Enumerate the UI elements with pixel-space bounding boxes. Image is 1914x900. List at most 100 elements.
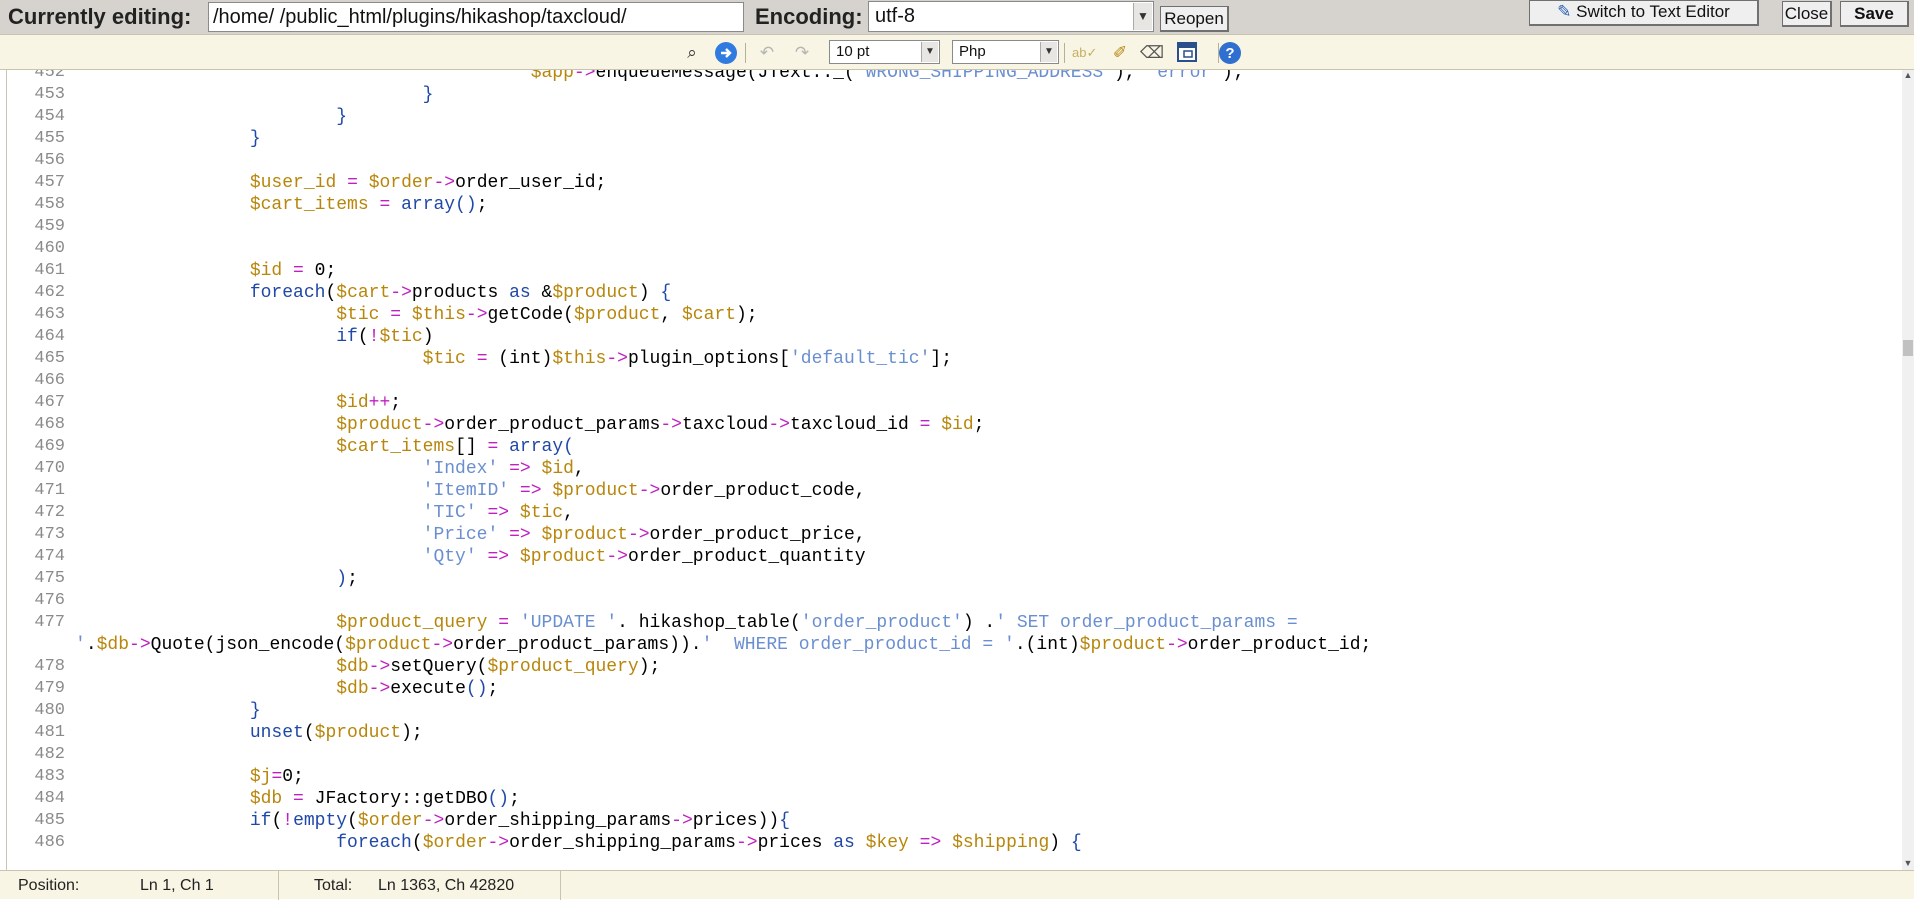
code-line: } <box>336 107 348 127</box>
status-separator <box>278 871 279 900</box>
line-number: 460 <box>34 239 65 258</box>
line-number: 483 <box>34 767 65 786</box>
code-line: $db->execute(); <box>336 679 499 699</box>
close-button[interactable]: Close <box>1782 1 1832 27</box>
code-line: '.$db->Quote(json_encode($product->order… <box>75 635 1372 655</box>
binoculars-icon[interactable]: ⌕ <box>680 41 704 65</box>
code-line: $id++; <box>336 393 402 413</box>
line-number: 453 <box>34 85 65 104</box>
total-label: Total: <box>314 877 353 894</box>
line-number: 474 <box>34 547 65 566</box>
code-editor[interactable]: 452 453 454 455 456 457 458 459 460 461 … <box>6 70 1903 870</box>
scroll-down-icon[interactable]: ▼ <box>1902 858 1914 870</box>
chevron-down-icon: ▼ <box>921 42 938 62</box>
undo-icon[interactable]: ↶ <box>755 41 779 65</box>
goto-icon[interactable] <box>714 41 738 65</box>
code-line: foreach($order->order_shipping_params->p… <box>336 833 1082 853</box>
encoding-select[interactable]: utf-8 ▼ <box>868 1 1154 32</box>
line-number: 480 <box>34 701 65 720</box>
fullscreen-icon[interactable] <box>1175 41 1199 65</box>
code-line: $db = JFactory::getDBO(); <box>249 789 520 809</box>
code-line: foreach($cart->products as &$product) { <box>249 283 672 303</box>
vertical-scrollbar[interactable]: ▲ ▼ <box>1902 70 1914 870</box>
scroll-up-icon[interactable]: ▲ <box>1902 70 1914 82</box>
line-number: 472 <box>34 503 65 522</box>
code-line: 'Qty' => $product->order_product_quantit… <box>422 547 866 567</box>
code-line: } <box>249 701 261 721</box>
status-separator <box>560 871 561 900</box>
line-number: 455 <box>34 129 65 148</box>
code-line: $cart_items[] = array( <box>336 437 574 457</box>
editing-label: Currently editing: <box>8 4 192 29</box>
code-line: } <box>422 85 434 105</box>
line-number: 478 <box>34 657 65 676</box>
code-line: 'Index' => $id, <box>422 459 585 479</box>
line-number-gutter: 452 453 454 455 456 457 458 459 460 461 … <box>7 70 65 870</box>
path-field[interactable]: /home/ /public_html/plugins/hikashop/tax… <box>208 2 744 32</box>
status-bar: Position: Ln 1, Ch 1 Total: Ln 1363, Ch … <box>0 870 1914 900</box>
font-size-value: 10 pt <box>836 43 870 60</box>
scrollbar-thumb[interactable] <box>1903 340 1913 356</box>
code-line: if(!empty($order->order_shipping_params-… <box>249 811 790 831</box>
top-bar: Currently editing: /home/ /public_html/p… <box>0 0 1914 34</box>
code-line: 'Price' => $product->order_product_price… <box>422 525 866 545</box>
line-number: 482 <box>34 745 65 764</box>
code-line: if(!$tic) <box>336 327 434 347</box>
line-number: 477 <box>34 613 65 632</box>
line-number: 473 <box>34 525 65 544</box>
switch-editor-label: Switch to Text Editor <box>1576 2 1730 21</box>
line-number: 464 <box>34 327 65 346</box>
line-number: 461 <box>34 261 65 280</box>
code-line: $product->order_product_params->taxcloud… <box>336 415 985 435</box>
spellcheck-icon[interactable]: ab✓ <box>1072 41 1097 65</box>
line-number: 476 <box>34 591 65 610</box>
chevron-down-icon: ▼ <box>1040 42 1057 62</box>
line-number: 452 <box>34 70 65 82</box>
help-icon[interactable]: ? <box>1218 41 1242 65</box>
editor-toolbar: ⌕ ↶ ↷ 10 pt ▼ Php ▼ ab✓ ✐ ⌫ ? <box>0 34 1914 70</box>
position-value: Ln 1, Ch 1 <box>140 877 214 894</box>
line-number: 475 <box>34 569 65 588</box>
eraser-icon[interactable]: ⌫ <box>1140 41 1164 65</box>
line-number: 470 <box>34 459 65 478</box>
line-number: 468 <box>34 415 65 434</box>
line-number: 456 <box>34 151 65 170</box>
svg-text:?: ? <box>1225 45 1234 62</box>
line-number: 463 <box>34 305 65 324</box>
line-number: 457 <box>34 173 65 192</box>
line-number: 466 <box>34 371 65 390</box>
line-number: 471 <box>34 481 65 500</box>
line-number: 458 <box>34 195 65 214</box>
code-line: $cart_items = array(); <box>249 195 488 215</box>
position-label: Position: <box>18 877 80 894</box>
code-line: 'ItemID' => $product->order_product_code… <box>422 481 866 501</box>
code-line: ); <box>336 569 358 589</box>
redo-icon[interactable]: ↷ <box>790 41 814 65</box>
highlight-icon[interactable]: ✐ <box>1108 41 1132 65</box>
font-size-select[interactable]: 10 pt ▼ <box>829 40 940 64</box>
code-line: $j=0; <box>249 767 304 787</box>
total-value: Ln 1363, Ch 42820 <box>378 877 515 894</box>
code-line: $db->setQuery($product_query); <box>336 657 661 677</box>
pencil-icon: ✎ <box>1557 2 1572 21</box>
code-line: $tic = $this->getCode($product, $cart); <box>336 305 758 325</box>
save-button[interactable]: Save <box>1840 1 1909 27</box>
code-line: $id = 0; <box>249 261 337 281</box>
code-line: $app->enqueueMessage(JText::_('WRONG_SHI… <box>530 70 1244 83</box>
code-line: $user_id = $order->order_user_id; <box>249 173 607 193</box>
line-number: 485 <box>34 811 65 830</box>
toolbar-separator <box>745 43 746 63</box>
syntax-value: Php <box>959 43 986 60</box>
reopen-button[interactable]: Reopen <box>1160 6 1229 32</box>
line-number: 459 <box>34 217 65 236</box>
syntax-select[interactable]: Php ▼ <box>952 40 1059 64</box>
code-line: } <box>249 129 261 149</box>
line-number: 479 <box>34 679 65 698</box>
switch-editor-button[interactable]: ✎ Switch to Text Editor <box>1529 0 1759 26</box>
code-line: unset($product); <box>249 723 423 743</box>
code-line: 'TIC' => $tic, <box>422 503 574 523</box>
line-number: 481 <box>34 723 65 742</box>
line-number: 484 <box>34 789 65 808</box>
line-number: 469 <box>34 437 65 456</box>
line-number: 486 <box>34 833 65 852</box>
